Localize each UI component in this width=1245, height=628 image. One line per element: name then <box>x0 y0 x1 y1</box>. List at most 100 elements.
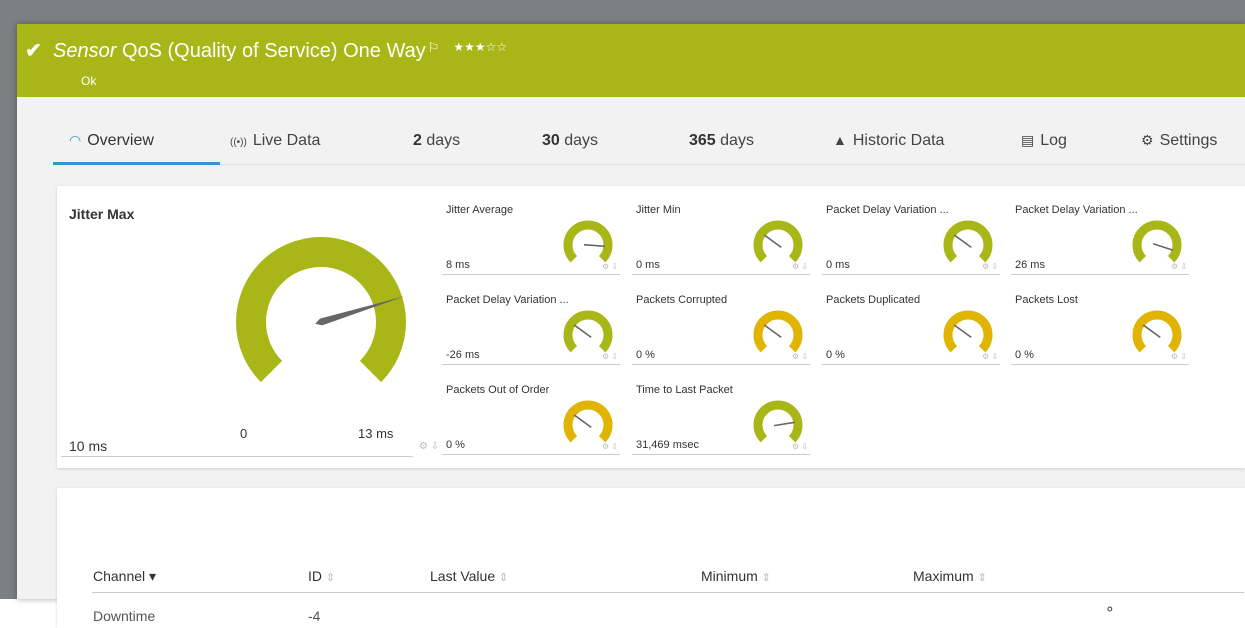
mini-gauge-divider <box>822 364 1000 365</box>
sensor-status: Ok <box>81 74 97 88</box>
mini-gauge-title: Packets Lost <box>1015 294 1078 306</box>
tab-2-days[interactable]: 2 days <box>413 132 460 150</box>
flag-icon[interactable]: ⚐ <box>428 40 440 55</box>
tab-settings-label: Settings <box>1159 132 1218 149</box>
mini-gauge-value: 0 % <box>446 439 465 451</box>
tab-overview[interactable]: ◠ Overview <box>69 132 154 150</box>
gauge-controls-icon[interactable]: ⚙ ⇩ <box>419 441 439 452</box>
mini-gauge-arc <box>563 310 613 353</box>
column-header-minimum[interactable]: Minimum ⇕ <box>701 568 771 584</box>
live-data-icon: ((•)) <box>230 137 247 148</box>
sensor-header: ✔ Sensor QoS (Quality of Service) One Wa… <box>17 24 1245 97</box>
gauge-controls-icon[interactable]: ⚙ ⇩ <box>792 352 808 361</box>
mini-gauge-value: 0 ms <box>826 259 850 271</box>
tab-live-data-label: Live Data <box>252 132 321 149</box>
mini-gauge-divider <box>1011 274 1189 275</box>
mini-gauge-needle <box>763 324 782 338</box>
tab-365-days[interactable]: 365 days <box>689 132 754 150</box>
mini-gauge-arc <box>563 400 613 443</box>
tab-historic-data-label: Historic Data <box>852 132 945 149</box>
mini-gauge-needle <box>773 421 795 427</box>
column-header-last-value[interactable]: Last Value ⇕ <box>430 568 508 584</box>
mini-gauge-needle <box>763 234 782 248</box>
column-header-channel[interactable]: Channel ▾ <box>93 568 156 585</box>
tab-2-days-number: 2 <box>413 132 422 149</box>
gauge-controls-icon[interactable]: ⚙ ⇩ <box>982 262 998 271</box>
tab-2-days-label: days <box>426 132 461 149</box>
mini-gauge-value: 0 ms <box>636 259 660 271</box>
tabs-divider <box>53 164 1245 165</box>
mini-gauge-title: Jitter Min <box>636 204 681 216</box>
mini-gauge-value: 0 % <box>636 349 655 361</box>
mini-gauge-arc <box>563 220 613 263</box>
big-gauge-max: 13 ms <box>358 426 394 441</box>
tab-overview-label: Overview <box>87 132 154 149</box>
mini-gauge-needle <box>583 243 606 248</box>
mini-gauge-title: Packet Delay Variation ... <box>446 294 569 306</box>
sort-icon: ⇕ <box>325 572 336 584</box>
column-header-id[interactable]: ID ⇕ <box>308 568 335 584</box>
big-gauge-value: 10 ms <box>69 438 108 454</box>
gauge-controls-icon[interactable]: ⚙ ⇩ <box>982 352 998 361</box>
mini-gauge-title: Packet Delay Variation ... <box>826 204 949 216</box>
tab-30-days-label: days <box>564 132 599 149</box>
tab-bar: ◠ Overview ((•)) Live Data 2 days 30 days … <box>17 124 1245 164</box>
sort-desc-icon: ▾ <box>149 568 157 584</box>
gauge-controls-icon[interactable]: ⚙ ⇩ <box>1171 262 1187 271</box>
mini-gauge-title: Packets Duplicated <box>826 294 921 306</box>
mini-gauge: Packets Out of Order 0 % ⚙ ⇩ <box>442 366 624 455</box>
mini-gauge-divider <box>822 274 1000 275</box>
tab-365-days-label: days <box>720 132 754 149</box>
gear-icon: ⚙ <box>1141 132 1154 148</box>
mini-gauge-title: Time to Last Packet <box>636 384 733 396</box>
sensor-title: Sensor QoS (Quality of Service) One Way ⚐… <box>53 40 507 63</box>
mini-gauge-value: 31,469 msec <box>636 439 699 451</box>
mini-gauge-arc <box>1132 220 1182 263</box>
tab-log[interactable]: ▤ Log <box>1021 132 1067 150</box>
tab-log-label: Log <box>1040 132 1067 149</box>
column-header-id-label: ID <box>308 568 322 584</box>
tab-historic-data[interactable]: ▲ Historic Data <box>833 132 944 150</box>
mini-gauge-needle <box>1152 243 1174 252</box>
mini-gauge-value: 0 % <box>826 349 845 361</box>
sort-icon: ⇕ <box>977 572 987 584</box>
tab-30-days-number: 30 <box>542 132 560 149</box>
mini-gauge: Packet Delay Variation ... 26 ms ⚙ ⇩ <box>1011 186 1193 275</box>
row-id: -4 <box>308 608 321 624</box>
tab-30-days[interactable]: 30 days <box>542 132 598 150</box>
active-tab-indicator <box>53 162 220 165</box>
mini-gauge-arc <box>943 220 993 263</box>
gauge-controls-icon[interactable]: ⚙ ⇩ <box>1171 352 1187 361</box>
mini-gauge-value: 26 ms <box>1015 259 1045 271</box>
mini-gauge-arc <box>943 310 993 353</box>
column-header-minimum-label: Minimum <box>701 568 758 584</box>
gauge-controls-icon[interactable]: ⚙ ⇩ <box>792 262 808 271</box>
status-ok-check-icon: ✔ <box>25 40 42 62</box>
row-settings-icon[interactable]: ⚬ <box>1104 601 1116 618</box>
gauge-controls-icon[interactable]: ⚙ ⇩ <box>602 352 618 361</box>
mini-gauge: Packets Corrupted 0 % ⚙ ⇩ <box>632 276 814 365</box>
mini-gauge-title: Jitter Average <box>446 204 514 216</box>
mini-gauge-value: -26 ms <box>446 349 480 361</box>
mini-gauge-divider <box>632 454 810 455</box>
mini-gauge: Jitter Average 8 ms ⚙ ⇩ <box>442 186 624 275</box>
gauge-controls-icon[interactable]: ⚙ ⇩ <box>602 442 618 451</box>
mini-gauge-title: Packet Delay Variation ... <box>1015 204 1138 216</box>
gauge-controls-icon[interactable]: ⚙ ⇩ <box>602 262 618 271</box>
mini-gauge-value: 0 % <box>1015 349 1034 361</box>
mini-gauge-value: 8 ms <box>446 259 470 271</box>
gauge-controls-icon[interactable]: ⚙ ⇩ <box>792 442 808 451</box>
mini-gauge-needle <box>573 324 592 338</box>
mini-gauge-divider <box>442 454 620 455</box>
mini-gauge: Packet Delay Variation ... 0 ms ⚙ ⇩ <box>822 186 1004 275</box>
mini-gauge-needle <box>1142 324 1161 338</box>
column-header-maximum[interactable]: Maximum ⇕ <box>913 568 987 584</box>
mini-gauge: Packets Lost 0 % ⚙ ⇩ <box>1011 276 1193 365</box>
sensor-title-text: QoS (Quality of Service) One Way <box>121 40 426 62</box>
tab-settings[interactable]: ⚙ Settings <box>1141 132 1217 150</box>
row-channel[interactable]: Downtime <box>93 608 155 624</box>
tab-live-data[interactable]: ((•)) Live Data <box>230 132 320 150</box>
priority-stars-icon[interactable]: ★★★☆☆ <box>453 40 507 54</box>
mini-gauge-title: Packets Corrupted <box>636 294 728 306</box>
mini-gauge-arc <box>1132 310 1182 353</box>
